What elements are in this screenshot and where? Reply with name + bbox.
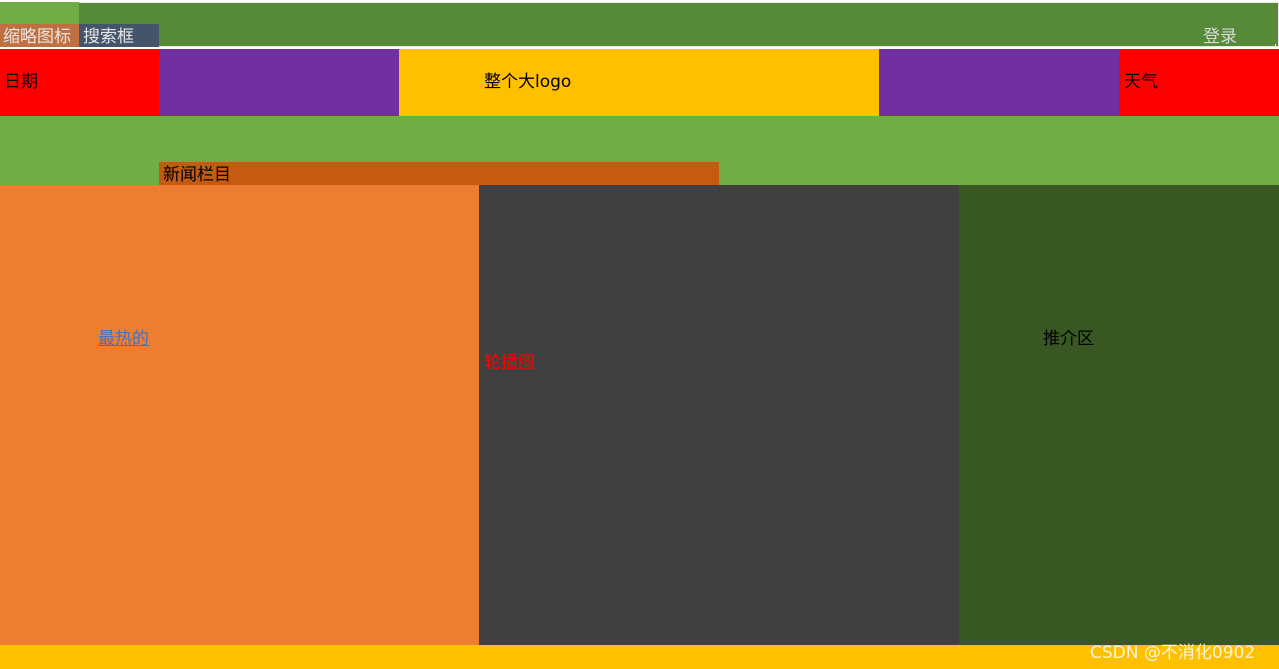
right-spacer-block [879, 49, 1119, 116]
corner-divider [1275, 44, 1279, 48]
date-block: 日期 [0, 49, 159, 116]
search-box[interactable]: 搜索框 [79, 24, 159, 47]
watermark: CSDN @不消化0902 [1090, 643, 1256, 663]
logo-block: 整个大logo [399, 49, 879, 116]
top-bar [0, 2, 1279, 47]
login-link[interactable]: 登录 [1203, 24, 1263, 47]
recommend-panel [959, 185, 1279, 645]
carousel-panel[interactable] [479, 185, 959, 645]
left-spacer-block [159, 49, 399, 116]
hot-panel [0, 185, 479, 645]
recommend-label: 推介区 [1043, 329, 1094, 349]
footer-bar [0, 645, 1279, 669]
carousel-label: 轮播图 [484, 353, 535, 373]
thumbnail-label: 缩略图标 [0, 24, 79, 47]
news-column-nav[interactable]: 新闻栏目 [159, 162, 719, 185]
weather-block: 天气 [1119, 49, 1279, 116]
hot-link[interactable]: 最热的 [98, 324, 149, 349]
